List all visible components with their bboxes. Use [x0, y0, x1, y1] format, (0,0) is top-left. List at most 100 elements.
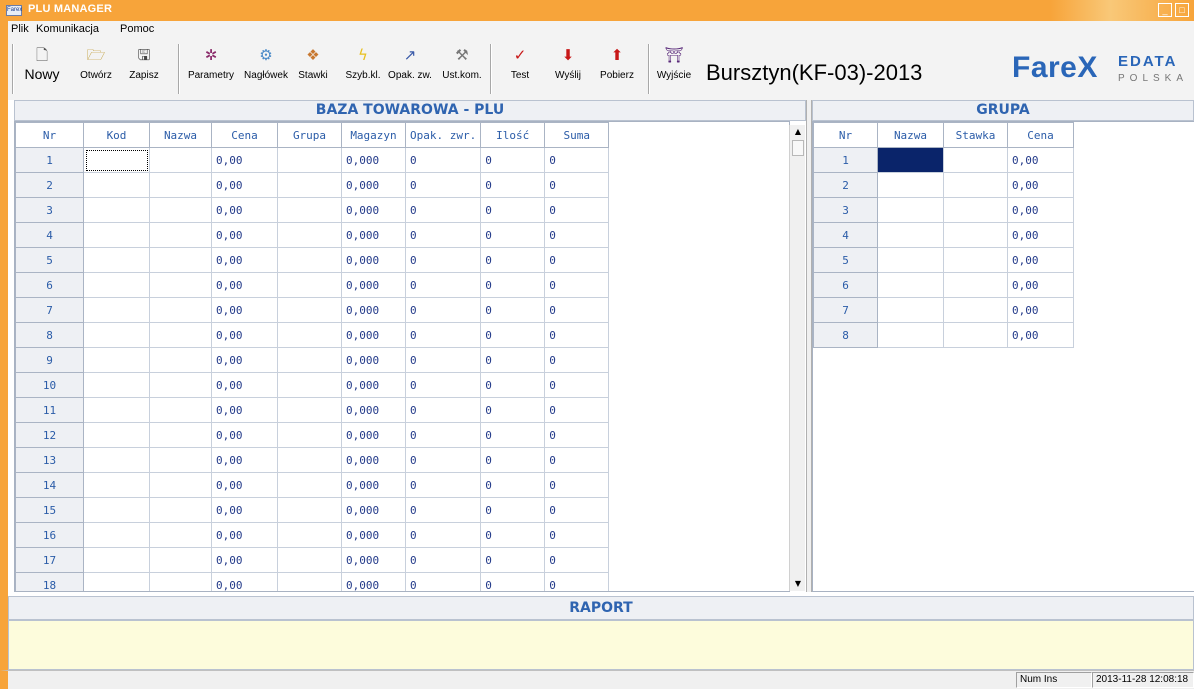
plu-table-row[interactable]: 2 0,00 0,000 0 0 0	[15, 172, 610, 198]
plu-cell-suma[interactable]: 0	[544, 447, 610, 473]
grupa-cell-cena[interactable]: 0,00	[1007, 197, 1074, 223]
grupa-cell-cena[interactable]: 0,00	[1007, 272, 1074, 298]
grupa-col-cena[interactable]: Cena	[1007, 122, 1074, 148]
plu-col-nazwa[interactable]: Nazwa	[149, 122, 212, 148]
plu-cell-kod[interactable]	[83, 572, 150, 591]
scroll-up-arrow-icon[interactable]: ▲	[790, 125, 806, 139]
shortcut-keys-button[interactable]: ϟ Szyb.kl.	[342, 40, 384, 98]
plu-cell-opak[interactable]: 0	[404, 272, 482, 298]
grupa-cell-stawka[interactable]	[943, 222, 1008, 248]
maximize-button[interactable]: □	[1175, 3, 1189, 17]
plu-cell-suma[interactable]: 0	[544, 547, 610, 573]
grupa-table-row[interactable]: 5 0,00	[813, 247, 1074, 273]
grupa-cell-nazwa[interactable]	[877, 222, 944, 248]
plu-cell-cena[interactable]: 0,00	[211, 247, 278, 273]
grupa-table-row[interactable]: 3 0,00	[813, 197, 1074, 223]
plu-table-row[interactable]: 13 0,00 0,000 0 0 0	[15, 447, 610, 473]
plu-cell-cena[interactable]: 0,00	[211, 422, 278, 448]
plu-table-row[interactable]: 16 0,00 0,000 0 0 0	[15, 522, 610, 548]
plu-cell-ilosc[interactable]: 0	[480, 547, 546, 573]
plu-cell-opak[interactable]: 0	[404, 247, 482, 273]
plu-table-row[interactable]: 5 0,00 0,000 0 0 0	[15, 247, 610, 273]
plu-table-row[interactable]: 10 0,00 0,000 0 0 0	[15, 372, 610, 398]
minimize-button[interactable]: _	[1158, 3, 1172, 17]
download-button[interactable]: ⬆ Pobierz	[596, 40, 638, 98]
plu-cell-ilosc[interactable]: 0	[480, 172, 546, 198]
plu-cell-opak[interactable]: 0	[404, 147, 482, 173]
plu-cell-grupa[interactable]	[277, 222, 342, 248]
plu-cell-kod[interactable]	[83, 297, 150, 323]
plu-cell-ilosc[interactable]: 0	[480, 422, 546, 448]
grupa-cell-cena[interactable]: 0,00	[1007, 147, 1074, 173]
send-button[interactable]: ⬇ Wyślij	[548, 40, 588, 98]
plu-cell-kod[interactable]	[83, 547, 150, 573]
plu-cell-nazwa[interactable]	[149, 497, 212, 523]
plu-cell-cena[interactable]: 0,00	[211, 272, 278, 298]
grupa-cell-stawka[interactable]	[943, 197, 1008, 223]
grupa-cell-stawka[interactable]	[943, 297, 1008, 323]
header-button[interactable]: ⚙ Nagłówek	[238, 40, 294, 98]
plu-cell-suma[interactable]: 0	[544, 297, 610, 323]
plu-cell-suma[interactable]: 0	[544, 372, 610, 398]
grupa-cell-nazwa[interactable]	[877, 322, 944, 348]
plu-cell-ilosc[interactable]: 0	[480, 247, 546, 273]
plu-cell-cena[interactable]: 0,00	[211, 197, 278, 223]
plu-cell-nazwa[interactable]	[149, 222, 212, 248]
plu-cell-opak[interactable]: 0	[404, 222, 482, 248]
grupa-cell-stawka[interactable]	[943, 147, 1008, 173]
menu-plik[interactable]: Plik	[11, 23, 29, 35]
plu-cell-magazyn[interactable]: 0,000	[341, 572, 406, 591]
save-button[interactable]: 🖫 Zapisz	[124, 40, 164, 98]
plu-cell-cena[interactable]: 0,00	[211, 297, 278, 323]
plu-cell-kod[interactable]	[83, 272, 150, 298]
plu-cell-grupa[interactable]	[277, 372, 342, 398]
plu-cell-opak[interactable]: 0	[404, 547, 482, 573]
plu-cell-cena[interactable]: 0,00	[211, 472, 278, 498]
plu-cell-opak[interactable]: 0	[404, 372, 482, 398]
grupa-cell-nazwa[interactable]	[877, 247, 944, 273]
plu-cell-magazyn[interactable]: 0,000	[341, 297, 406, 323]
grupa-table-row[interactable]: 4 0,00	[813, 222, 1074, 248]
plu-cell-ilosc[interactable]: 0	[480, 297, 546, 323]
plu-cell-kod[interactable]	[83, 372, 150, 398]
test-button[interactable]: ✓ Test	[500, 40, 540, 98]
plu-cell-magazyn[interactable]: 0,000	[341, 447, 406, 473]
plu-cell-ilosc[interactable]: 0	[480, 397, 546, 423]
plu-cell-magazyn[interactable]: 0,000	[341, 547, 406, 573]
plu-cell-grupa[interactable]	[277, 572, 342, 591]
plu-cell-ilosc[interactable]: 0	[480, 472, 546, 498]
plu-cell-opak[interactable]: 0	[404, 397, 482, 423]
plu-cell-grupa[interactable]	[277, 547, 342, 573]
plu-cell-ilosc[interactable]: 0	[480, 447, 546, 473]
plu-cell-grupa[interactable]	[277, 447, 342, 473]
scroll-down-arrow-icon[interactable]: ▼	[790, 577, 806, 591]
grupa-cell-cena[interactable]: 0,00	[1007, 172, 1074, 198]
report-area[interactable]	[8, 620, 1194, 670]
plu-cell-nazwa[interactable]	[149, 572, 212, 591]
plu-cell-suma[interactable]: 0	[544, 572, 610, 591]
menu-pomoc[interactable]: Pomoc	[120, 23, 154, 35]
plu-cell-magazyn[interactable]: 0,000	[341, 272, 406, 298]
grupa-cell-stawka[interactable]	[943, 322, 1008, 348]
open-button[interactable]: 🗁 Otwórz	[76, 40, 116, 98]
plu-table-row[interactable]: 4 0,00 0,000 0 0 0	[15, 222, 610, 248]
plu-cell-magazyn[interactable]: 0,000	[341, 372, 406, 398]
plu-cell-ilosc[interactable]: 0	[480, 322, 546, 348]
plu-cell-suma[interactable]: 0	[544, 322, 610, 348]
plu-cell-suma[interactable]: 0	[544, 272, 610, 298]
plu-cell-ilosc[interactable]: 0	[480, 147, 546, 173]
plu-cell-nazwa[interactable]	[149, 272, 212, 298]
plu-cell-ilosc[interactable]: 0	[480, 372, 546, 398]
grupa-cell-cena[interactable]: 0,00	[1007, 322, 1074, 348]
plu-table-row[interactable]: 17 0,00 0,000 0 0 0	[15, 547, 610, 573]
plu-cell-grupa[interactable]	[277, 172, 342, 198]
plu-cell-cena[interactable]: 0,00	[211, 547, 278, 573]
grupa-table-row[interactable]: 1 0,00	[813, 147, 1074, 173]
plu-table-row[interactable]: 8 0,00 0,000 0 0 0	[15, 322, 610, 348]
plu-cell-opak[interactable]: 0	[404, 497, 482, 523]
plu-cell-nazwa[interactable]	[149, 372, 212, 398]
plu-col-nr[interactable]: Nr	[15, 122, 84, 148]
plu-cell-opak[interactable]: 0	[404, 172, 482, 198]
plu-table-row[interactable]: 15 0,00 0,000 0 0 0	[15, 497, 610, 523]
plu-cell-suma[interactable]: 0	[544, 497, 610, 523]
